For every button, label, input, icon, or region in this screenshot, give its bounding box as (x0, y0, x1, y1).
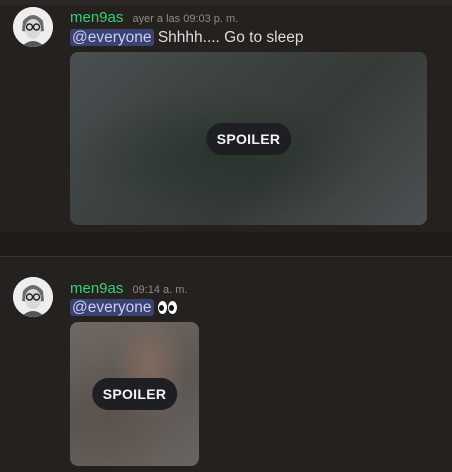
timestamp: 09:14 a. m. (132, 284, 188, 296)
spoiler-label: SPOILER (205, 122, 292, 155)
spoiler-image-attachment[interactable]: SPOILER (70, 322, 199, 466)
timestamp: ayer a las 09:03 p. m. (132, 13, 239, 25)
message-header: men9as 09:14 a. m. (70, 278, 188, 297)
message-header: men9as ayer a las 09:03 p. m. (70, 7, 238, 26)
mention-everyone[interactable]: @everyone (70, 299, 154, 316)
avatar[interactable] (13, 7, 53, 47)
avatar-image (13, 7, 53, 47)
message-2[interactable]: men9as 09:14 a. m. @everyone (0, 270, 452, 472)
message-content: @everyone (70, 299, 178, 317)
spoiler-label: SPOILER (91, 378, 178, 410)
avatar-image (13, 277, 53, 317)
mention-everyone[interactable]: @everyone (70, 29, 154, 46)
message-text: Shhhh.... Go to sleep (157, 29, 304, 46)
username[interactable]: men9as (70, 280, 123, 297)
divider-line (0, 256, 452, 257)
username[interactable]: men9as (70, 9, 123, 26)
message-separator (0, 232, 452, 256)
message-content: @everyone Shhhh.... Go to sleep (70, 29, 303, 47)
eyes-emoji-icon (157, 299, 178, 316)
avatar[interactable] (13, 277, 53, 317)
spoiler-image-attachment[interactable]: SPOILER (70, 52, 427, 225)
